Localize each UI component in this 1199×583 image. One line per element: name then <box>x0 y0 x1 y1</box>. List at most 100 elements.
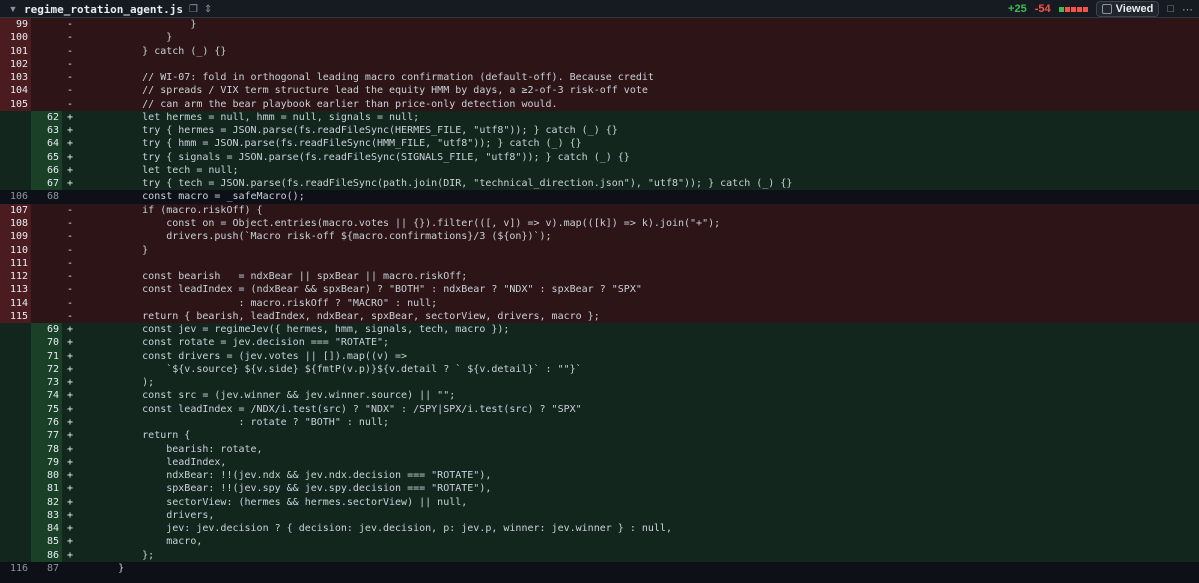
code-text: try { signals = JSON.parse(fs.readFileSy… <box>94 151 630 163</box>
diff-marker <box>62 190 78 203</box>
more-options-icon[interactable]: ⋯ <box>1182 3 1193 16</box>
code-text: const drivers = (jev.votes || []).map((v… <box>94 350 408 362</box>
added-line[interactable]: 73 + ); <box>0 376 1199 390</box>
added-line[interactable]: 70 + const rotate = jev.decision === "ROT… <box>0 336 1199 350</box>
added-line[interactable]: 82 + sectorView: (hermes && hermes.sector… <box>0 495 1199 509</box>
additions-count: +25 <box>1008 3 1027 15</box>
new-line-number <box>31 71 62 85</box>
added-line[interactable]: 84 + jev: jev.decision ? { decision: jev.… <box>0 522 1199 536</box>
new-line-number <box>31 84 62 98</box>
new-line-number: 73 <box>31 376 62 390</box>
diff-body: 99 - } 100 - } 101 - } catch (_) {} 102 - 103 - /… <box>0 18 1199 576</box>
added-line[interactable]: 64 + try { hmm = JSON.parse(fs.readFileSy… <box>0 137 1199 151</box>
new-line-number: 85 <box>31 535 62 549</box>
deleted-line[interactable]: 105 - // can arm the bear playbook earlie… <box>0 97 1199 111</box>
new-line-number: 76 <box>31 415 62 430</box>
old-line-number <box>0 137 31 151</box>
old-line-number <box>0 548 31 562</box>
code-text: drivers.push(`Macro risk-off ${macro.con… <box>94 231 552 243</box>
copy-icon[interactable]: ❐ <box>189 4 198 15</box>
deleted-line[interactable]: 108 - const on = Object.entries(macro.vot… <box>0 216 1199 231</box>
diff-marker: + <box>66 390 74 402</box>
viewed-label: Viewed <box>1115 3 1154 15</box>
deleted-line[interactable]: 104 - // spreads / VIX term structure lea… <box>0 84 1199 98</box>
deleted-line[interactable]: 115 - return { bearish, leadIndex, ndxBea… <box>0 309 1199 324</box>
deleted-line[interactable]: 100 - } <box>0 31 1199 45</box>
added-line[interactable]: 79 + leadIndex, <box>0 455 1199 470</box>
deleted-line[interactable]: 111 - <box>0 256 1199 271</box>
diffstat-bar <box>1070 6 1076 12</box>
deleted-line[interactable]: 103 - // WI-07: fold in orthogonal leadin… <box>0 71 1199 85</box>
diff-marker: - <box>66 72 74 84</box>
code-text: const jev = regimeJev({ hermes, hmm, sig… <box>94 324 510 336</box>
old-line-number <box>0 349 31 363</box>
expand-icon[interactable]: ⇕ <box>204 4 212 15</box>
diff-marker: + <box>66 523 74 535</box>
diff-marker: - <box>66 45 74 57</box>
new-line-number <box>31 18 62 32</box>
added-line[interactable]: 71 + const drivers = (jev.votes || []).ma… <box>0 349 1199 363</box>
context-line[interactable]: 106 68 const macro = _safeMacro(); <box>0 190 1199 204</box>
context-line[interactable]: 116 87 } <box>0 561 1199 576</box>
deleted-line[interactable]: 113 - const leadIndex = (ndxBear && spxBe… <box>0 283 1199 297</box>
deleted-line[interactable]: 109 - drivers.push(`Macro risk-off ${macr… <box>0 230 1199 244</box>
added-line[interactable]: 75 + const leadIndex = /NDX/i.test(src) ?… <box>0 402 1199 416</box>
added-line[interactable]: 86 + }; <box>0 548 1199 562</box>
added-line[interactable]: 69 + const jev = regimeJev({ hermes, hmm,… <box>0 323 1199 337</box>
diff-marker: + <box>66 377 74 389</box>
old-line-number: 106 <box>9 191 28 203</box>
code-text: `${v.source} ${v.side} ${fmtP(v.p)}${v.d… <box>94 363 582 375</box>
old-line-number: 116 <box>9 562 28 574</box>
viewed-checkbox[interactable] <box>1101 4 1112 14</box>
file-name[interactable]: regime_rotation_agent.js <box>24 3 183 16</box>
new-line-number: 87 <box>46 562 59 574</box>
deleted-line[interactable]: 102 - <box>0 57 1199 72</box>
diff-marker: + <box>66 138 74 150</box>
new-line-number <box>31 57 62 72</box>
new-line-number <box>31 243 62 257</box>
code-text: jev: jev.decision ? { decision: jev.deci… <box>94 523 672 535</box>
new-line-number <box>31 97 62 111</box>
code-text: let hermes = null, hmm = null, signals =… <box>94 111 420 123</box>
code-text: spxBear: !!(jev.spy && jev.spy.decision … <box>94 483 492 495</box>
deleted-line[interactable]: 99 - } <box>0 18 1199 32</box>
old-line-number: 115 <box>0 309 31 324</box>
added-line[interactable]: 77 + return { <box>0 429 1199 443</box>
deleted-line[interactable]: 101 - } catch (_) {} <box>0 44 1199 58</box>
code-text: return { <box>94 430 191 442</box>
deleted-line[interactable]: 114 - : macro.riskOff ? "MACRO" : null; <box>0 296 1199 310</box>
new-line-number <box>31 309 62 324</box>
old-line-number <box>0 522 31 536</box>
added-line[interactable]: 76 + : rotate ? "BOTH" : null; <box>0 415 1199 430</box>
added-line[interactable]: 83 + drivers, <box>0 508 1199 523</box>
diff-marker: + <box>66 363 74 375</box>
old-line-number <box>0 508 31 523</box>
added-line[interactable]: 65 + try { signals = JSON.parse(fs.readFi… <box>0 150 1199 164</box>
added-line[interactable]: 78 + bearish: rotate, <box>0 442 1199 456</box>
diff-marker: + <box>66 443 74 455</box>
diff-marker: - <box>66 310 74 322</box>
comment-icon[interactable]: □ <box>1167 3 1174 15</box>
added-line[interactable]: 63 + try { hermes = JSON.parse(fs.readFil… <box>0 124 1199 138</box>
added-line[interactable]: 74 + const src = (jev.winner && jev.winne… <box>0 389 1199 403</box>
added-line[interactable]: 72 + `${v.source} ${v.side} ${fmtP(v.p)}$… <box>0 362 1199 377</box>
added-line[interactable]: 80 + ndxBear: !!(jev.ndx && jev.ndx.decis… <box>0 469 1199 483</box>
deleted-line[interactable]: 112 - const bearish = ndxBear || spxBear … <box>0 270 1199 284</box>
chevron-down-icon[interactable]: ▼ <box>8 4 18 14</box>
old-line-number: 107 <box>0 203 31 217</box>
deleted-line[interactable]: 110 - } <box>0 243 1199 257</box>
deleted-line[interactable]: 107 - if (macro.riskOff) { <box>0 203 1199 217</box>
added-line[interactable]: 81 + spxBear: !!(jev.spy && jev.spy.decis… <box>0 482 1199 496</box>
old-line-number <box>0 323 31 337</box>
old-line-number: 105 <box>0 97 31 111</box>
added-line[interactable]: 85 + macro, <box>0 535 1199 549</box>
added-line[interactable]: 66 + let tech = null; <box>0 163 1199 178</box>
viewed-toggle[interactable]: Viewed <box>1095 1 1160 17</box>
added-line[interactable]: 67 + try { tech = JSON.parse(fs.readFileS… <box>0 177 1199 191</box>
code-text: const src = (jev.winner && jev.winner.so… <box>94 390 456 402</box>
new-line-number <box>31 296 62 310</box>
added-line[interactable]: 62 + let hermes = null, hmm = null, signa… <box>0 110 1199 125</box>
new-line-number: 68 <box>46 191 59 203</box>
old-line-number: 104 <box>0 84 31 98</box>
